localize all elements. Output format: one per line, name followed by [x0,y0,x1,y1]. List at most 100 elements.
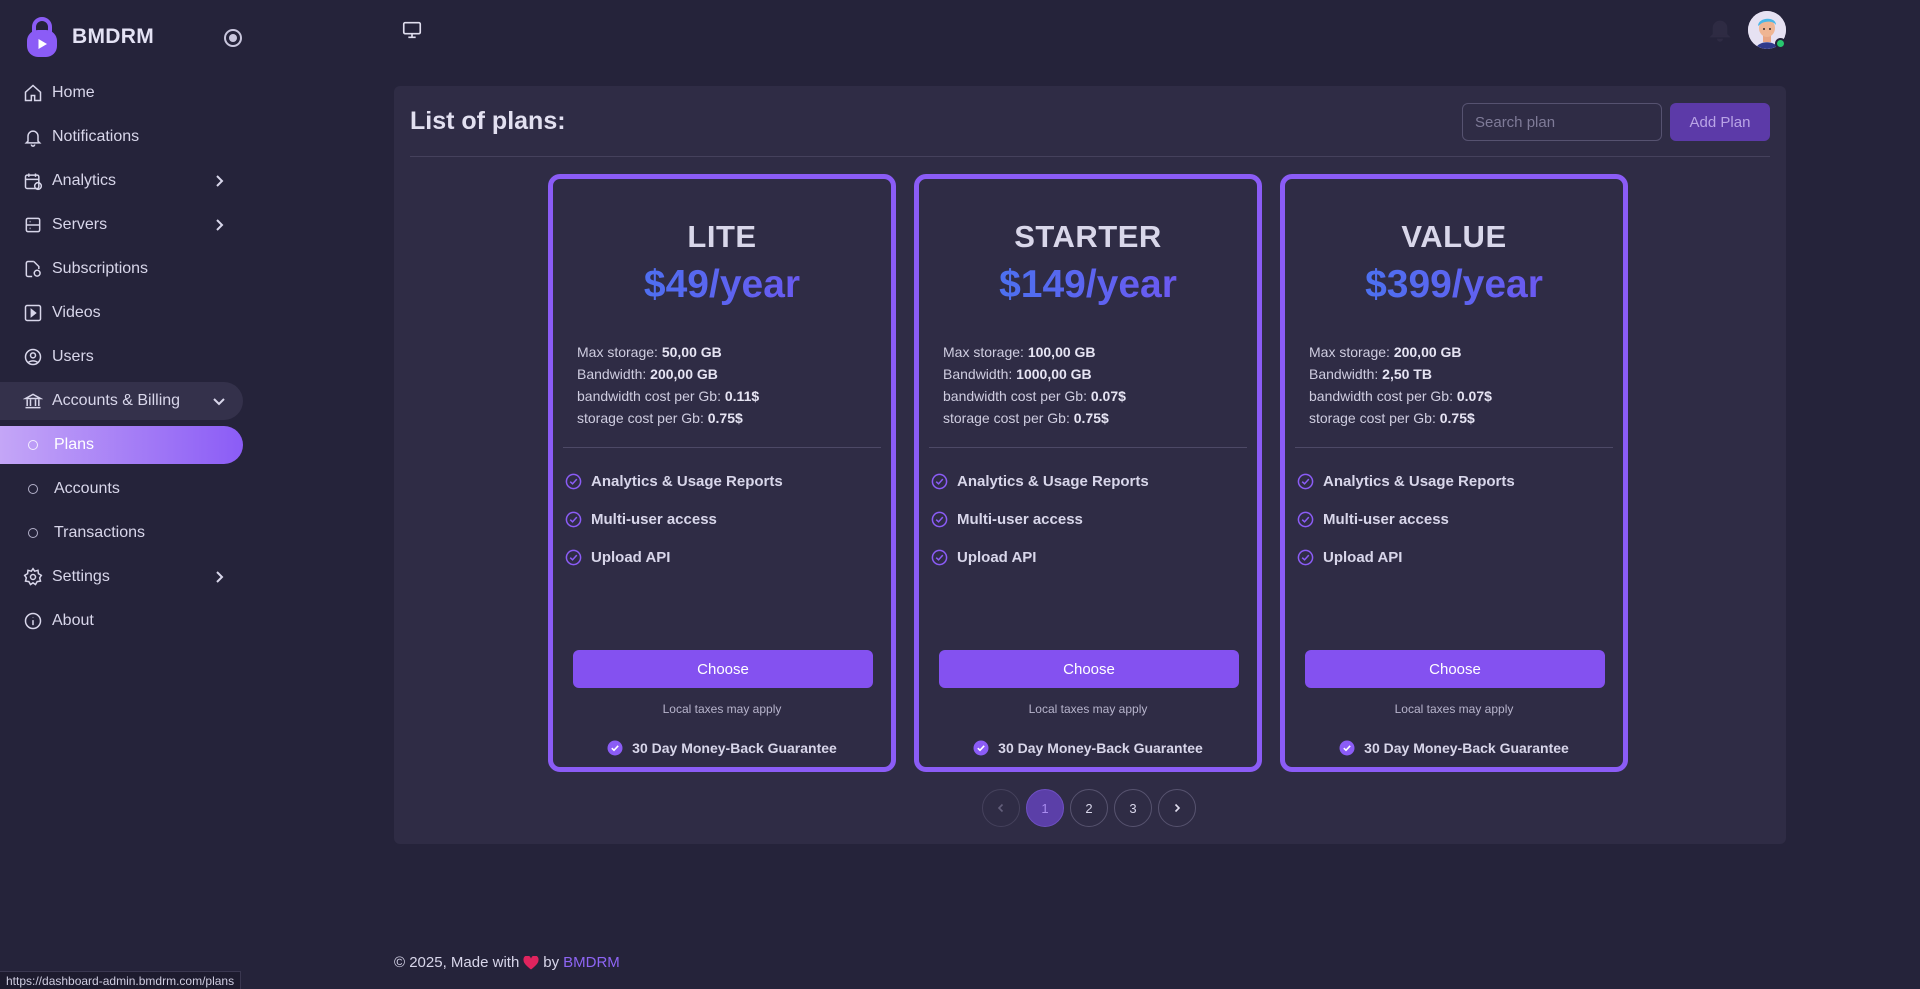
plan-card-value: VALUE $399/year Max storage: 200,00 GB B… [1280,174,1628,772]
plan-price: $49/year [553,263,891,307]
check-circle-icon [565,511,582,527]
sidebar-item-settings[interactable]: Settings [0,558,243,596]
plan-specs: Max storage: 50,00 GB Bandwidth: 200,00 … [577,341,759,429]
check-circle-icon [565,473,582,489]
home-icon [22,82,44,104]
divider [1295,447,1613,448]
sidebar-item-about[interactable]: About [0,602,243,640]
divider [410,156,1770,157]
plan-name: VALUE [1401,219,1507,254]
bell-icon [22,126,44,148]
bell-icon[interactable] [1707,16,1733,42]
online-status-dot [1775,38,1786,49]
footer-brand-link[interactable]: BMDRM [563,954,620,971]
divider [929,447,1247,448]
sidebar-menu: Home Notifications Analytics Servers Sub… [0,74,243,646]
check-badge-icon [1339,740,1355,756]
brand[interactable]: BMDRM [26,16,154,58]
guarantee: 30 Day Money-Back Guarantee [919,740,1257,756]
sidebar-collapse-toggle[interactable] [224,29,242,47]
prev-page-button[interactable] [982,789,1020,827]
chevron-down-icon [213,398,225,406]
plan-price: $399/year [1285,263,1623,307]
bank-icon [22,390,44,412]
spec-storage-cost: storage cost per Gb: 0.75$ [943,410,1109,426]
add-plan-button[interactable]: Add Plan [1670,103,1770,141]
next-page-button[interactable] [1158,789,1196,827]
heart-icon [523,955,539,969]
monitor-icon[interactable] [401,19,423,41]
search-input[interactable] [1462,103,1662,141]
check-circle-icon [931,473,948,489]
choose-button[interactable]: Choose [1305,650,1605,688]
gear-icon [22,566,44,588]
sidebar-item-subscriptions[interactable]: Subscriptions [0,250,243,288]
sidebar-item-label: Subscriptions [52,260,149,277]
sidebar-item-label: Videos [52,304,101,321]
spec-bandwidth: Bandwidth: 200,00 GB [577,366,718,382]
circle-icon [28,440,38,450]
plan-name: STARTER [1014,219,1162,254]
feature-item: Analytics & Usage Reports [1297,462,1515,500]
check-badge-icon [973,740,989,756]
feature-item: Upload API [931,538,1149,576]
sidebar-item-notifications[interactable]: Notifications [0,118,243,156]
spec-storage-cost: storage cost per Gb: 0.75$ [577,410,743,426]
page-title: List of plans: [410,107,566,135]
feature-item: Upload API [565,538,783,576]
divider [563,447,881,448]
check-circle-icon [1297,511,1314,527]
footer-text: © 2025, Made with [394,954,520,971]
plan-features: Analytics & Usage Reports Multi-user acc… [931,462,1149,576]
brand-name: BMDRM [72,25,154,48]
check-circle-icon [1297,473,1314,489]
check-circle-icon [1297,549,1314,565]
guarantee: 30 Day Money-Back Guarantee [553,740,891,756]
page-button-1[interactable]: 1 [1026,789,1064,827]
calendar-chart-icon [22,170,44,192]
plan-card-lite: LITE $49/year Max storage: 50,00 GB Band… [548,174,896,772]
sidebar-subitem-label: Plans [54,436,95,453]
sidebar-item-label: Servers [52,216,108,233]
sidebar-item-users[interactable]: Users [0,338,243,376]
feature-item: Analytics & Usage Reports [565,462,783,500]
sidebar-subitem-plans[interactable]: Plans [0,426,243,464]
sidebar-item-label: Accounts & Billing [52,392,181,409]
plan-features: Analytics & Usage Reports Multi-user acc… [565,462,783,576]
spec-bandwidth-cost: bandwidth cost per Gb: 0.07$ [1309,388,1492,404]
check-circle-icon [931,549,948,565]
plan-specs: Max storage: 200,00 GB Bandwidth: 2,50 T… [1309,341,1492,429]
plan-card-starter: STARTER $149/year Max storage: 100,00 GB… [914,174,1262,772]
user-circle-icon [22,346,44,368]
spec-max-storage: Max storage: 50,00 GB [577,344,722,360]
sidebar-item-accounts-billing[interactable]: Accounts & Billing [0,382,243,420]
info-icon [22,610,44,632]
plan-name: LITE [687,219,757,254]
sidebar-item-videos[interactable]: Videos [0,294,243,332]
taxes-note: Local taxes may apply [1394,702,1514,716]
plan-features: Analytics & Usage Reports Multi-user acc… [1297,462,1515,576]
sidebar-subitem-accounts[interactable]: Accounts [0,470,243,508]
sidebar-subitem-transactions[interactable]: Transactions [0,514,243,552]
spec-bandwidth: Bandwidth: 2,50 TB [1309,366,1432,382]
sidebar-item-label: Notifications [52,128,140,145]
spec-bandwidth: Bandwidth: 1000,00 GB [943,366,1092,382]
choose-button[interactable]: Choose [939,650,1239,688]
check-circle-icon [931,511,948,527]
sidebar-item-servers[interactable]: Servers [0,206,243,244]
pagination: 1 2 3 [982,789,1202,827]
choose-button[interactable]: Choose [573,650,873,688]
sidebar-item-home[interactable]: Home [0,74,243,112]
feature-item: Upload API [1297,538,1515,576]
page-button-3[interactable]: 3 [1114,789,1152,827]
file-refresh-icon [22,258,44,280]
sidebar-item-label: Home [52,84,95,101]
footer: © 2025, Made with by BMDRM [394,954,620,971]
circle-icon [28,528,38,538]
sidebar-item-analytics[interactable]: Analytics [0,162,243,200]
page-button-2[interactable]: 2 [1070,789,1108,827]
spec-max-storage: Max storage: 100,00 GB [943,344,1096,360]
video-icon [22,302,44,324]
feature-item: Multi-user access [565,500,783,538]
guarantee: 30 Day Money-Back Guarantee [1285,740,1623,756]
